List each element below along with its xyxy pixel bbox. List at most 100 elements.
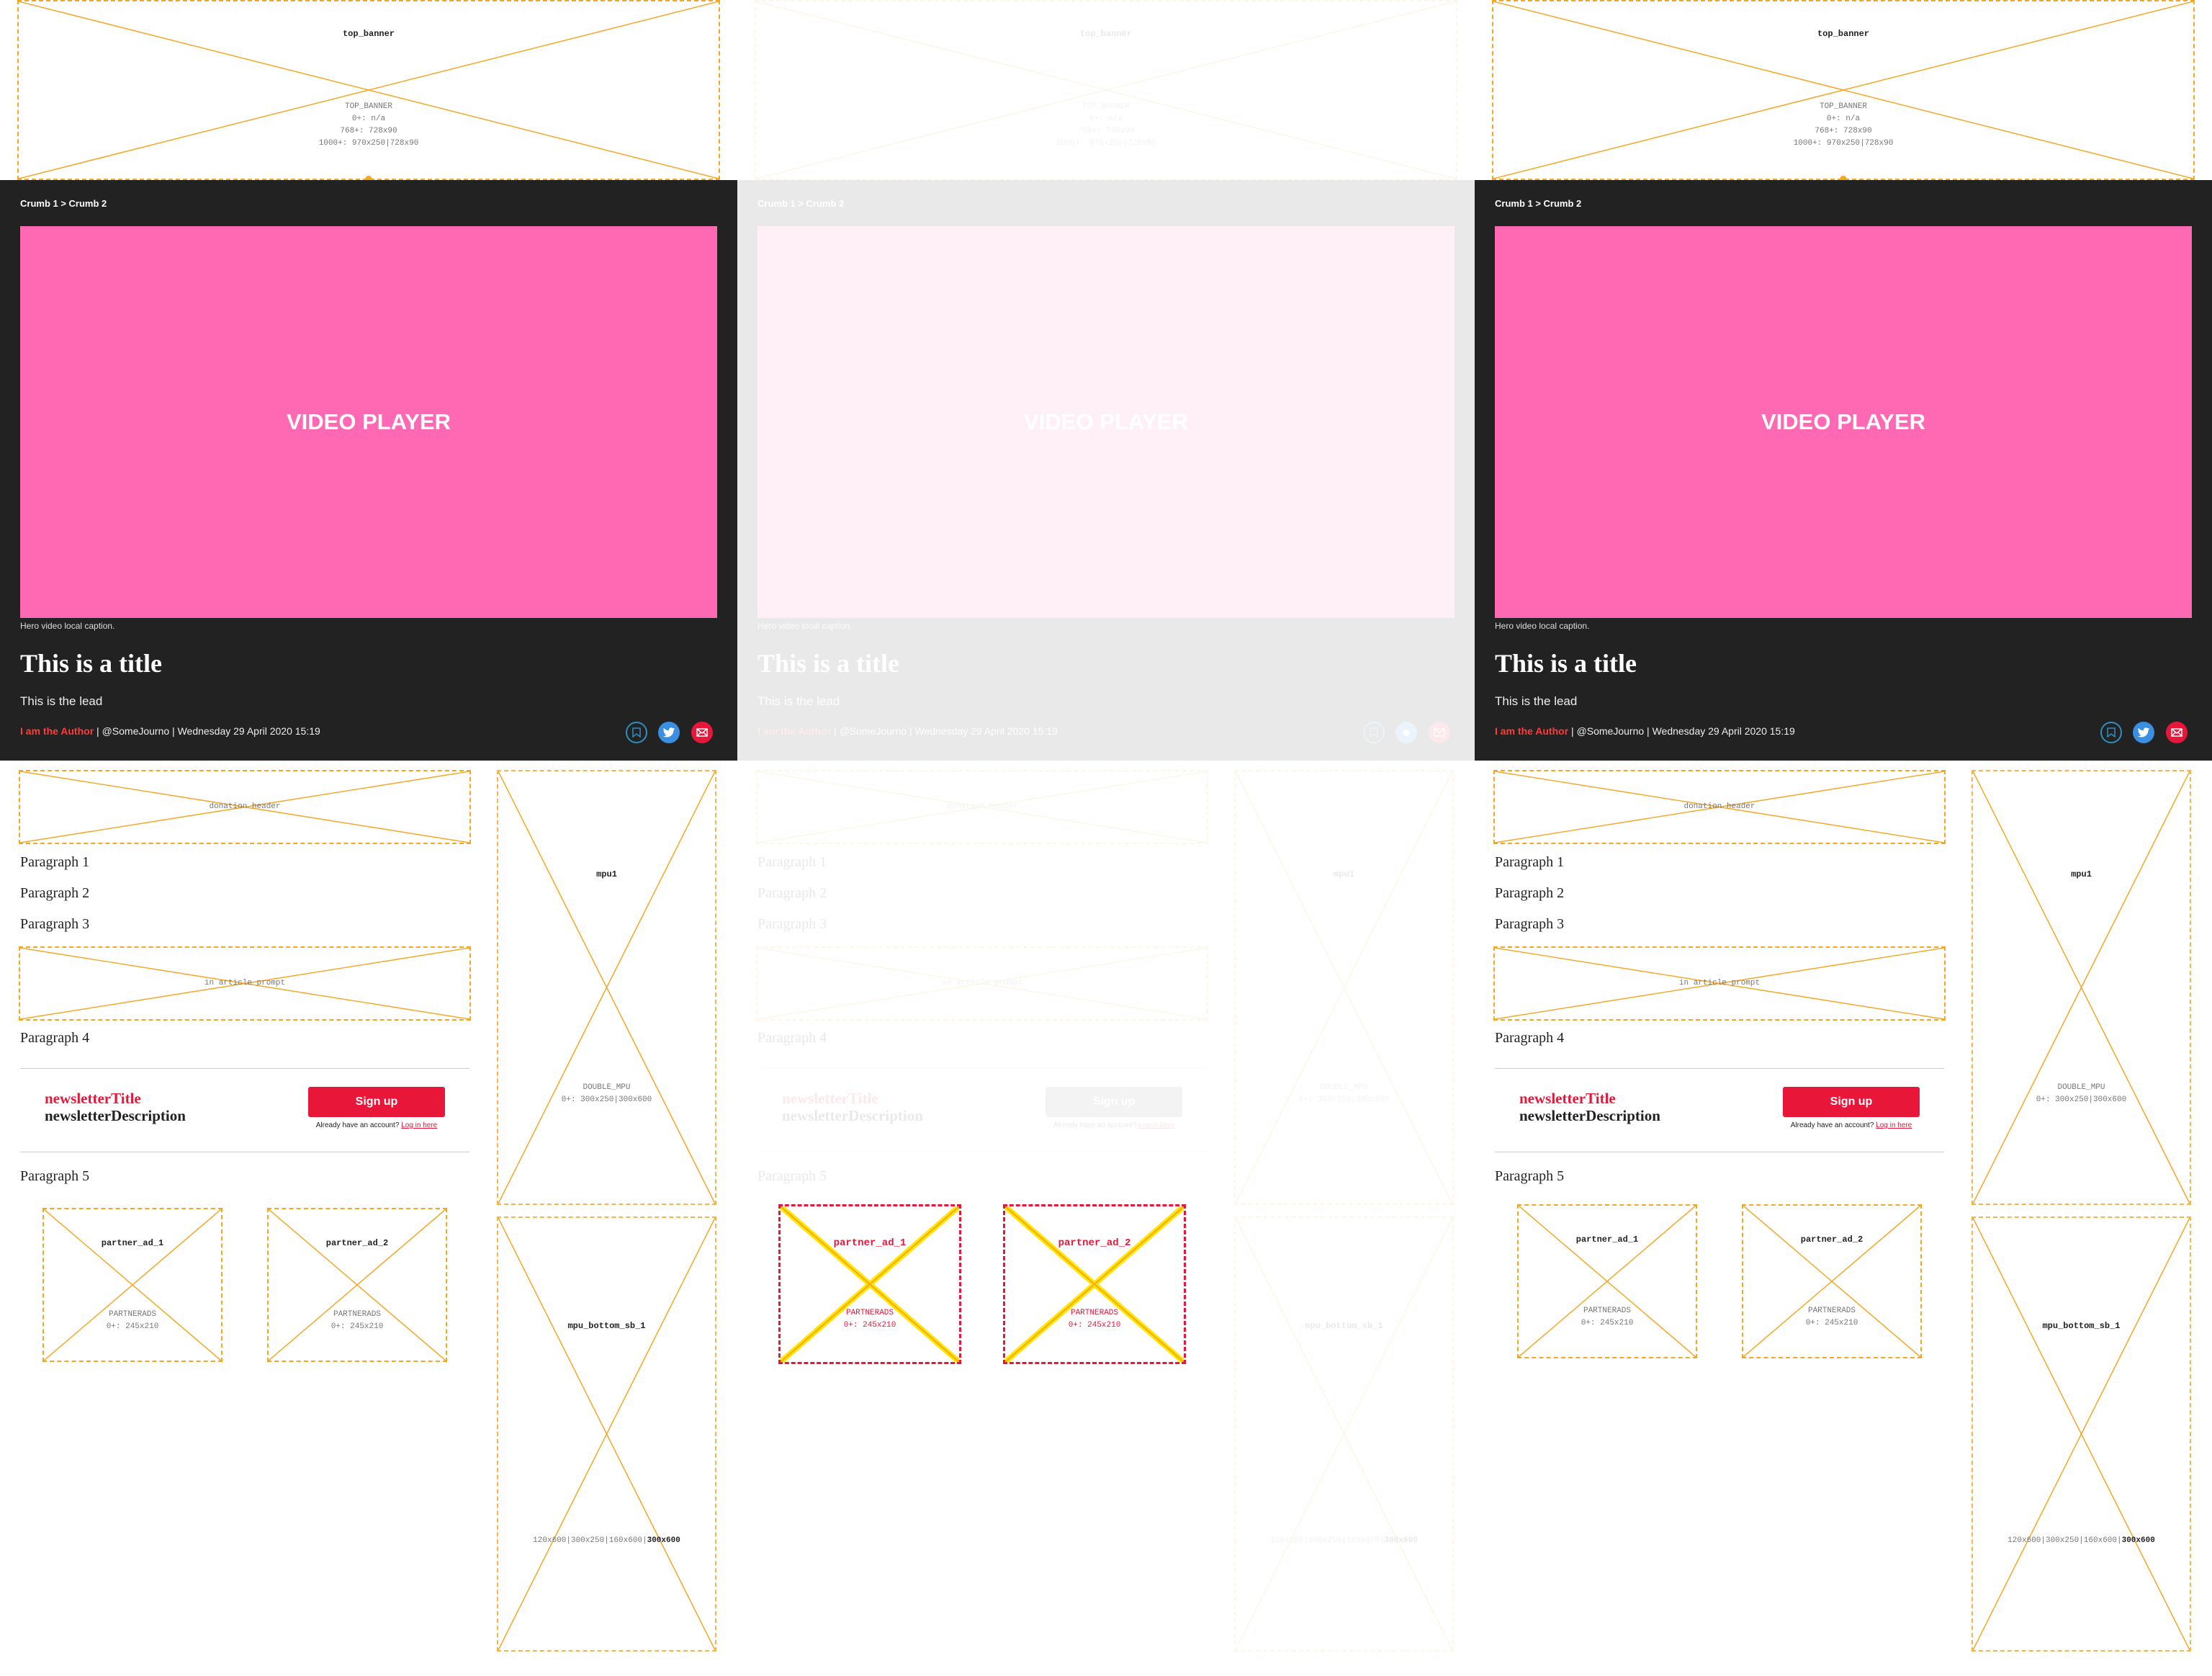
author-link[interactable]: I am the Author bbox=[1495, 725, 1568, 737]
twitter-icon bbox=[1403, 729, 1410, 736]
mpu-bottom-slot: mpu_bottom_sb_1 120x600|300x250|160x600|… bbox=[497, 1216, 716, 1652]
page-title: This is a title bbox=[757, 649, 900, 678]
slot-sizes: 120x600|300x250|160x600|300x600 bbox=[1236, 1536, 1452, 1545]
login-prompt: Already have an account? Log in here bbox=[1783, 1121, 1920, 1129]
email-icon bbox=[2171, 728, 2182, 737]
login-prompt-text: Already have an account? bbox=[315, 1121, 400, 1129]
video-player[interactable]: VIDEO PLAYER bbox=[757, 226, 1455, 618]
slot-info: DOUBLE_MPU 0+: 300x250|300x600 bbox=[1298, 1083, 1390, 1104]
slot-info: PARTNERADS 0+: 245x210 bbox=[843, 1309, 896, 1330]
slot-sizes: 120x600|300x250|160x600|300x600 bbox=[498, 1536, 715, 1545]
slot-sizes-active: 300x600 bbox=[647, 1536, 680, 1545]
email-icon bbox=[696, 728, 708, 737]
page-panel-middle: top_banner TOP_BANNER 0+: n/a 768+: 728x… bbox=[737, 0, 1475, 1676]
paragraph: Paragraph 5 bbox=[757, 1168, 827, 1184]
slot-label: donation header bbox=[209, 802, 281, 811]
slot-name: top_banner bbox=[1817, 29, 1869, 39]
slot-info: TOP_BANNER 0+: n/a 768+: 728x90 1000+: 9… bbox=[318, 102, 419, 148]
video-player[interactable]: VIDEO PLAYER bbox=[20, 226, 717, 618]
slot-info: TOP_BANNER 0+: n/a 768+: 728x90 1000+: 9… bbox=[1056, 102, 1156, 148]
paragraph: Paragraph 4 bbox=[1495, 1030, 1565, 1046]
article-lead: This is the lead bbox=[757, 694, 840, 708]
signup-button[interactable]: Sign up bbox=[1046, 1087, 1182, 1117]
donation-header-slot: donation header bbox=[756, 770, 1208, 844]
email-share-button[interactable] bbox=[691, 722, 713, 743]
paragraph: Paragraph 1 bbox=[20, 854, 90, 870]
slot-name: partner_ad_2 bbox=[1800, 1234, 1863, 1245]
twitter-share-button[interactable] bbox=[1395, 722, 1417, 743]
video-caption: Hero video local caption. bbox=[20, 621, 115, 631]
partner-ad-2-slot-highlight: partner_ad_2 PARTNERADS 0+: 245x210 bbox=[1003, 1204, 1186, 1364]
slot-label: in article prompt bbox=[204, 979, 286, 987]
paragraph: Paragraph 2 bbox=[757, 885, 827, 901]
email-share-button[interactable] bbox=[2166, 722, 2188, 743]
login-prompt: Already have an account? Log in here bbox=[1046, 1121, 1182, 1129]
twitter-share-button[interactable] bbox=[2133, 722, 2154, 743]
bookmark-button[interactable] bbox=[1363, 722, 1385, 743]
video-player[interactable]: VIDEO PLAYER bbox=[1495, 226, 2192, 618]
byline-meta: | @SomeJourno | Wednesday 29 April 2020 … bbox=[94, 725, 320, 737]
video-label: VIDEO PLAYER bbox=[1761, 409, 1925, 434]
author-link[interactable]: I am the Author bbox=[20, 725, 94, 737]
top-banner-slot: top_banner TOP_BANNER 0+: n/a 768+: 728x… bbox=[17, 0, 720, 180]
paragraph: Paragraph 2 bbox=[20, 885, 90, 901]
top-banner-slot: top_banner TOP_BANNER 0+: n/a 768+: 728x… bbox=[1492, 0, 2195, 180]
slot-name: top_banner bbox=[1079, 29, 1132, 39]
video-caption: Hero video local caption. bbox=[1495, 621, 1590, 631]
login-prompt: Already have an account? Log in here bbox=[308, 1121, 445, 1129]
mpu1-slot: mpu1 DOUBLE_MPU 0+: 300x250|300x600 bbox=[497, 770, 716, 1205]
slot-info: TOP_BANNER 0+: n/a 768+: 728x90 1000+: 9… bbox=[1793, 102, 1894, 148]
partner-ad-2-slot: partner_ad_2 PARTNERADS 0+: 245x210 bbox=[267, 1208, 447, 1362]
login-link[interactable]: Log in here bbox=[1138, 1121, 1174, 1129]
slot-name: mpu_bottom_sb_1 bbox=[1305, 1321, 1383, 1331]
byline-meta: | @SomeJourno | Wednesday 29 April 2020 … bbox=[831, 725, 1058, 737]
slot-name: partner_ad_1 bbox=[101, 1238, 164, 1248]
donation-header-slot: donation header bbox=[1493, 770, 1946, 844]
newsletter-title: newsletterTitle bbox=[782, 1090, 878, 1107]
bookmark-icon bbox=[1370, 727, 1378, 738]
slot-name: partner_ad_1 bbox=[833, 1237, 907, 1249]
author-link[interactable]: I am the Author bbox=[757, 725, 831, 737]
signup-button[interactable]: Sign up bbox=[308, 1087, 445, 1117]
bookmark-button[interactable] bbox=[2100, 722, 2122, 743]
slot-name: mpu_bottom_sb_1 bbox=[2042, 1321, 2121, 1331]
slot-name: mpu_bottom_sb_1 bbox=[567, 1321, 646, 1331]
slot-name: partner_ad_1 bbox=[1575, 1234, 1639, 1245]
twitter-icon bbox=[2137, 727, 2150, 737]
signup-button[interactable]: Sign up bbox=[1783, 1087, 1920, 1117]
twitter-share-button[interactable] bbox=[658, 722, 680, 743]
slot-label: in article prompt bbox=[941, 979, 1023, 987]
breadcrumb[interactable]: Crumb 1 > Crumb 2 bbox=[20, 198, 107, 209]
article-lead: This is the lead bbox=[1495, 694, 1578, 708]
in-article-prompt-slot: in article prompt bbox=[756, 946, 1208, 1021]
slot-info: PARTNERADS 0+: 245x210 bbox=[331, 1310, 384, 1331]
slot-sizes-active: 300x600 bbox=[1384, 1536, 1418, 1545]
breadcrumb[interactable]: Crumb 1 > Crumb 2 bbox=[757, 198, 844, 209]
newsletter-description: newsletterDescription bbox=[1519, 1107, 1660, 1124]
article-hero: Crumb 1 > Crumb 2 VIDEO PLAYER Hero vide… bbox=[1475, 180, 2212, 761]
paragraph: Paragraph 4 bbox=[20, 1030, 90, 1046]
slot-info: DOUBLE_MPU 0+: 300x250|300x600 bbox=[2036, 1083, 2127, 1104]
video-label: VIDEO PLAYER bbox=[1024, 409, 1188, 434]
paragraph: Paragraph 5 bbox=[1495, 1168, 1565, 1184]
newsletter-description: newsletterDescription bbox=[45, 1107, 186, 1124]
mpu-bottom-slot: mpu_bottom_sb_1 120x600|300x250|160x600|… bbox=[1972, 1216, 2191, 1652]
paragraph: Paragraph 2 bbox=[1495, 885, 1565, 901]
divider bbox=[1495, 1068, 1944, 1069]
page-title: This is a title bbox=[20, 649, 163, 678]
slot-sizes-list: 120x600|300x250|160x600| bbox=[2008, 1536, 2122, 1545]
login-link[interactable]: Log in here bbox=[1876, 1121, 1912, 1129]
slot-name: partner_ad_2 bbox=[325, 1238, 389, 1248]
bookmark-button[interactable] bbox=[626, 722, 647, 743]
paragraph: Paragraph 3 bbox=[757, 916, 827, 932]
slot-name: mpu1 bbox=[596, 869, 617, 879]
breadcrumb[interactable]: Crumb 1 > Crumb 2 bbox=[1495, 198, 1581, 209]
partner-ad-1-slot: partner_ad_1 PARTNERADS 0+: 245x210 bbox=[1517, 1204, 1697, 1358]
login-link[interactable]: Log in here bbox=[401, 1121, 437, 1129]
slot-name: top_banner bbox=[342, 29, 395, 39]
email-share-button[interactable] bbox=[1429, 722, 1450, 743]
bookmark-icon bbox=[2107, 727, 2116, 738]
newsletter-title: newsletterTitle bbox=[45, 1090, 141, 1107]
article-hero: Crumb 1 > Crumb 2 VIDEO PLAYER Hero vide… bbox=[737, 180, 1475, 761]
login-prompt-text: Already have an account? bbox=[1790, 1121, 1874, 1129]
